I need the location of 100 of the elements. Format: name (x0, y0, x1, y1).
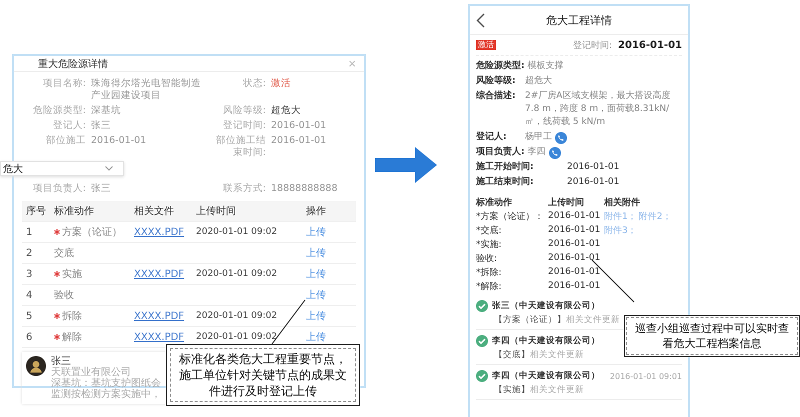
table-cell-text: 方案（论证） (62, 226, 122, 239)
field-value: 深基坑 (91, 105, 121, 117)
field-value: 激活 (271, 78, 291, 90)
status-badge: 激活 (476, 40, 496, 50)
table-cell-text: 5 (26, 310, 34, 322)
level-dropdown[interactable]: 危大 (0, 161, 124, 176)
field-value: 张三 (91, 120, 111, 132)
field-value: 模板支撑 (528, 60, 564, 73)
stage-tag: 【方案（论证）】 (494, 314, 566, 326)
column-header: 序号 (26, 204, 47, 218)
upload-link[interactable]: 上传 (306, 330, 326, 344)
field-value: 2016-01-01 (618, 40, 682, 50)
upload-link[interactable]: 上传 (306, 288, 326, 302)
callout-text: 标准化各类危大工程重要节点，施工单位针对关键节点的成果文件进行及时登记上传 (178, 351, 348, 399)
column-header: 相关文件 (134, 204, 175, 218)
action-name: *拆除: (476, 266, 503, 278)
field-value: 2016-01-01 (271, 135, 326, 147)
check-icon (476, 300, 488, 312)
table-cell-text: 1 (26, 226, 34, 238)
back-icon[interactable] (476, 12, 485, 28)
upload-link[interactable]: 上传 (306, 225, 326, 239)
table-cell-text: 实施 (62, 268, 82, 281)
upload-date: 2016-01-01 (548, 281, 602, 291)
action-name: *交底: (476, 224, 503, 236)
upload-date: 2016-01-01 (548, 211, 602, 221)
table-cell: 2020-01-01 09:02 (196, 227, 278, 237)
table-cell-text: 2 (26, 248, 34, 258)
update-text: 相关文件更新 (530, 348, 584, 360)
column-header: 操作 (306, 205, 327, 218)
field-value: 超危大 (271, 105, 301, 117)
comment-text: 监测按检测方案实施中， (51, 389, 161, 400)
action-name: 验收: (476, 252, 498, 264)
field-label: 登记时间: (222, 120, 266, 132)
table-cell-text: 交底 (54, 246, 74, 260)
upload-link[interactable]: 上传 (306, 267, 326, 281)
upload-link[interactable]: 上传 (306, 309, 326, 323)
person-name: 李四（中天建设有限公司） (492, 335, 600, 347)
close-button[interactable]: × (348, 56, 356, 71)
column-header: 上传时间 (196, 204, 237, 218)
upload-date: 2016-01-01 (548, 239, 602, 249)
field-label: 风险等级: (476, 75, 517, 88)
table-cell-text: 拆除 (62, 310, 82, 323)
field-label: 部位施工结束时间: (215, 135, 266, 159)
upload-date: 2016-01-01 (548, 267, 602, 277)
field-value: 杨甲工 (525, 131, 552, 144)
field-label: 登记时间: (572, 40, 612, 52)
field-label: 危险源类型: (476, 60, 525, 73)
file-link[interactable]: XXXX.PDF (134, 226, 184, 238)
field-value: 2016-01-01 (567, 176, 620, 189)
comment-text: 深基坑：基坑支护图纸会 (51, 378, 161, 389)
field-label: 部位施工 (45, 135, 86, 148)
action-name: *方案（论证）： (476, 210, 544, 222)
column-header: 标准动作 (476, 196, 513, 208)
file-link[interactable]: XXXX.PDF (134, 310, 184, 322)
field-label: 项目负责人: (476, 146, 525, 159)
person-name: 张三（中天建设有限公司） (492, 300, 600, 312)
table-cell-text: 验收 (54, 289, 74, 302)
person-name: 李四（中天建设有限公司） (492, 370, 600, 382)
stage-tag: 【实施】 (494, 384, 530, 396)
company-name: 天联置业有限公司 (51, 367, 131, 378)
chevron-icon (105, 166, 113, 171)
check-icon (476, 370, 488, 382)
attachment-link[interactable]: 附件2； (638, 210, 672, 222)
upload-date: 2016-01-01 (548, 225, 602, 235)
file-link[interactable]: XXXX.PDF (134, 268, 184, 280)
action-name: *实施: (476, 238, 503, 250)
field-label: 综合描述: (476, 90, 517, 103)
column-header: 标准动作 (54, 204, 95, 218)
attachment-link[interactable]: 附件3； (604, 224, 637, 236)
field-label: 状态: (242, 78, 266, 91)
attachment-link[interactable]: 附件1； (604, 210, 637, 222)
stage-tag: 【交底】 (494, 348, 530, 360)
table-cell-text: 解除 (62, 331, 82, 344)
field-label: 项目名称: (42, 78, 86, 91)
dialog-title: 重大危险源详情 (38, 58, 108, 70)
action-name: *解除: (476, 280, 503, 292)
upload-link[interactable]: 上传 (306, 246, 326, 260)
column-header: 上传时间 (548, 196, 585, 208)
field-label: 登记人: (52, 120, 86, 132)
table-cell-text: 6 (26, 332, 34, 342)
table-cell: 2020-01-01 09:02 (196, 311, 278, 321)
field-value: 珠海得尔塔光电智能制造产业园建设项目 (91, 78, 202, 102)
phone-icon[interactable] (548, 147, 561, 159)
field-value: 李四 (528, 146, 546, 159)
phone-icon[interactable] (555, 132, 567, 144)
table-cell-text: 3 (26, 268, 34, 280)
callout-text: 巡查小组巡查过程中可以实时查 (635, 321, 789, 336)
field-label: 施工结束时间: (476, 176, 535, 189)
commenter-name: 张三 (51, 356, 71, 367)
field-value: 18888888888 (271, 183, 338, 195)
file-link[interactable]: XXXX.PDF (134, 332, 184, 342)
table-cell-text: 4 (26, 290, 34, 300)
field-label: 登记人: (476, 131, 508, 144)
update-text: 相关文件更新 (566, 314, 620, 326)
table-cell: 2020-01-01 09:02 (196, 332, 278, 342)
update-text: 相关文件更新 (530, 384, 584, 396)
field-value: 2016-01-01 (271, 120, 326, 132)
field-value: 张三 (91, 183, 111, 195)
column-header: 相关附件 (604, 196, 641, 208)
screen-title: 危大工程详情 (546, 12, 612, 28)
